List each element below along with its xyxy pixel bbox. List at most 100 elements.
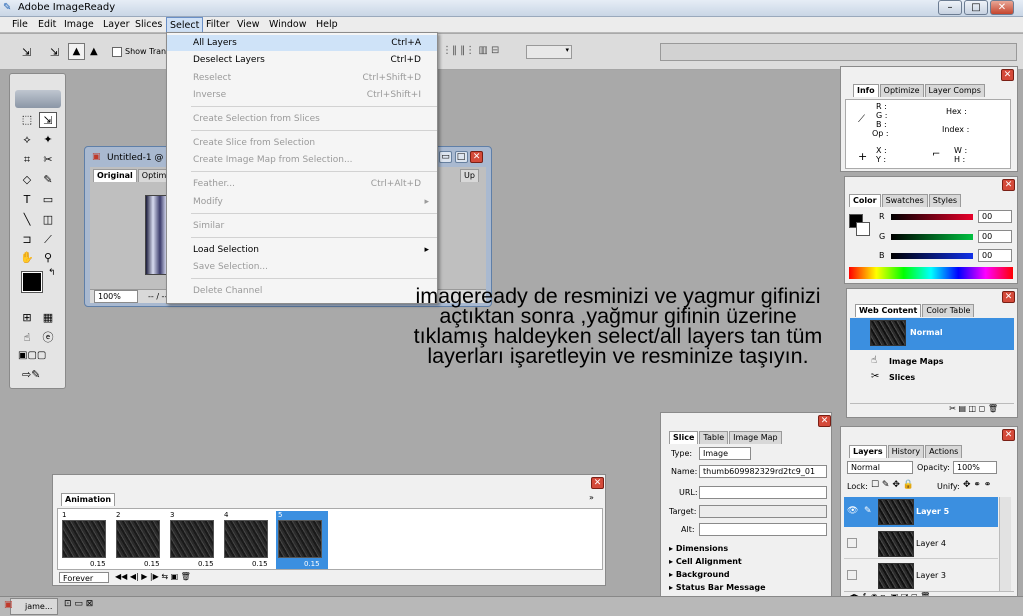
tab-layer-comps[interactable]: Layer Comps <box>924 84 985 97</box>
taskbar-item[interactable]: jame... <box>10 598 58 615</box>
slice-section-status-bar-message[interactable]: ▸ Status Bar Message <box>669 583 766 592</box>
foreground-color-swatch[interactable] <box>21 271 43 293</box>
layers-panel-close-icon[interactable]: ✕ <box>1002 429 1015 441</box>
layer-visibility-box[interactable] <box>847 570 857 580</box>
animation-frame-5[interactable]: 5 0.15 <box>276 511 328 569</box>
close-button[interactable]: ✕ <box>990 0 1014 15</box>
direct-select-icon[interactable]: ▲ <box>90 46 98 57</box>
maximize-button[interactable]: □ <box>964 0 988 15</box>
layer-visibility-icon[interactable]: 👁 <box>847 506 858 516</box>
tab-optimize[interactable]: Optimize <box>879 84 924 97</box>
hand-tool-icon[interactable]: ✋ <box>18 250 36 266</box>
color-b-slider[interactable] <box>891 253 973 259</box>
zoom-field[interactable]: 100% <box>94 290 138 303</box>
tab-layers[interactable]: Layers <box>849 445 887 458</box>
loop-select[interactable]: Forever <box>59 572 109 583</box>
layers-scrollbar[interactable] <box>999 497 1011 591</box>
tab-original[interactable]: Original <box>93 169 137 182</box>
tab-image-map[interactable]: Image Map <box>729 431 782 444</box>
animation-frame-1[interactable]: 1 0.15 <box>60 511 112 569</box>
move-tool-icon[interactable]: ⇲ <box>22 46 31 59</box>
minimize-button[interactable]: – <box>938 0 962 15</box>
align-icons[interactable]: ⋮‖ ‖⋮ ▥ ⊟ <box>442 45 499 56</box>
menu-filter[interactable]: Filter <box>203 17 233 33</box>
web-content-selected-row[interactable]: Normal <box>850 318 1014 350</box>
tab-4up[interactable]: Up <box>460 169 479 182</box>
zoom-tool-icon[interactable]: ⚲ <box>39 250 57 266</box>
shape-tool-icon[interactable]: ▭ <box>39 192 57 208</box>
animation-frame-2[interactable]: 2 0.15 <box>114 511 166 569</box>
tab-color-table[interactable]: Color Table <box>922 304 975 317</box>
tab-styles[interactable]: Styles <box>928 194 962 207</box>
menu-file[interactable]: File <box>9 17 31 33</box>
hand-icon[interactable]: ☝ <box>18 330 36 346</box>
slice-section-cell-alignment[interactable]: ▸ Cell Alignment <box>669 557 742 566</box>
frame-delay[interactable]: 0.15 <box>252 560 268 568</box>
web-content-image-maps[interactable]: Image Maps <box>889 357 944 366</box>
eyedropper-tool-icon[interactable]: ⟋ <box>39 232 57 248</box>
slice-type-select[interactable]: Image <box>699 447 751 460</box>
menu-slices[interactable]: Slices <box>132 17 165 33</box>
swap-colors-icon[interactable]: ↰ <box>48 268 56 278</box>
slice-panel-close-icon[interactable]: ✕ <box>818 415 831 427</box>
color-panel-close-icon[interactable]: ✕ <box>1002 179 1015 191</box>
slice-section-dimensions[interactable]: ▸ Dimensions <box>669 544 728 553</box>
menu-item-deselect-layers[interactable]: Deselect Layers Ctrl+D <box>167 52 437 68</box>
layers-opacity-field[interactable]: 100% <box>953 461 997 474</box>
menu-item-load-selection[interactable]: Load Selection ▸ <box>167 242 437 258</box>
frame-delay[interactable]: 0.15 <box>198 560 214 568</box>
color-r-slider[interactable] <box>891 214 973 220</box>
layer-brush-icon[interactable]: ✎ <box>864 506 872 516</box>
color-g-value[interactable]: 00 <box>978 230 1012 243</box>
frame-delay[interactable]: 0.15 <box>144 560 160 568</box>
lock-icons[interactable]: ☐ ✎ ✥ 🔒 <box>871 480 914 490</box>
tab-table[interactable]: Table <box>699 431 729 444</box>
move-tool-alt-icon[interactable]: ⇲ <box>50 46 59 59</box>
tab-info[interactable]: Info <box>853 84 879 97</box>
tab-swatches[interactable]: Swatches <box>881 194 928 207</box>
menu-select[interactable]: Select <box>166 17 204 33</box>
crop-tool-icon[interactable]: ⌗ <box>18 152 36 168</box>
animation-close-icon[interactable]: ✕ <box>591 477 604 489</box>
animation-menu-icon[interactable]: » <box>589 493 594 502</box>
browser-preview-icon[interactable]: ⓔ <box>39 330 57 346</box>
slice-target-field[interactable] <box>699 505 827 518</box>
select-tool-icon[interactable]: ▲ <box>68 43 85 60</box>
menu-item-all-layers[interactable]: All Layers Ctrl+A <box>167 35 437 51</box>
magic-wand-icon[interactable]: ✦ <box>39 132 57 148</box>
menu-window[interactable]: Window <box>266 17 309 33</box>
tab-web-content[interactable]: Web Content <box>855 304 922 317</box>
toggle-slices-icon[interactable]: ▦ <box>39 310 57 326</box>
screen-mode-icons[interactable]: ▣▢▢ <box>18 350 46 361</box>
info-panel-close-icon[interactable]: ✕ <box>1001 69 1014 81</box>
menu-image[interactable]: Image <box>61 17 97 33</box>
type-tool-icon[interactable]: T <box>18 192 36 208</box>
slice-alt-field[interactable] <box>699 523 827 536</box>
color-spectrum-ramp[interactable] <box>849 267 1013 279</box>
layer-row-3[interactable]: Layer 3 <box>844 561 998 591</box>
taskbar-window-buttons[interactable]: ⊡ ▭ ⊠ <box>64 599 93 609</box>
tab-history[interactable]: History <box>887 445 925 458</box>
web-content-footer-buttons[interactable]: ✂ ▤ ◫ ◻ 🗑 <box>850 403 1014 415</box>
animation-frame-4[interactable]: 4 0.15 <box>222 511 274 569</box>
marquee-tool-icon[interactable]: ⬚ <box>18 112 36 128</box>
line-tool-icon[interactable]: ╲ <box>18 212 36 228</box>
playback-buttons[interactable]: ◀◀ ◀| ▶ |▶ ⇆ ▣ 🗑 <box>115 572 191 581</box>
web-content-close-icon[interactable]: ✕ <box>1002 291 1015 303</box>
layer-visibility-box[interactable] <box>847 538 857 548</box>
layers-blend-mode[interactable]: Normal <box>847 461 913 474</box>
menu-help[interactable]: Help <box>313 17 341 33</box>
tab-slice[interactable]: Slice <box>669 431 699 444</box>
show-transform-checkbox[interactable] <box>112 47 122 57</box>
image-map-tool-icon[interactable]: ⊞ <box>18 310 36 326</box>
menu-view[interactable]: View <box>234 17 263 33</box>
slice-name-field[interactable]: thumb609982329rd2tc9_01 <box>699 465 827 478</box>
layer-row-5[interactable]: 👁 ✎ Layer 5 <box>844 497 998 527</box>
web-content-slices[interactable]: Slices <box>889 373 915 382</box>
document-window-controls[interactable]: ▭ □ ✕ <box>439 151 484 163</box>
lasso-tool-icon[interactable]: ⟡ <box>18 132 36 148</box>
jump-to-photoshop-icon[interactable]: ⇨✎ <box>22 368 40 381</box>
eraser-tool-icon[interactable]: ◇ <box>18 172 36 188</box>
color-g-slider[interactable] <box>891 234 973 240</box>
brush-tool-icon[interactable]: ✎ <box>39 172 57 188</box>
